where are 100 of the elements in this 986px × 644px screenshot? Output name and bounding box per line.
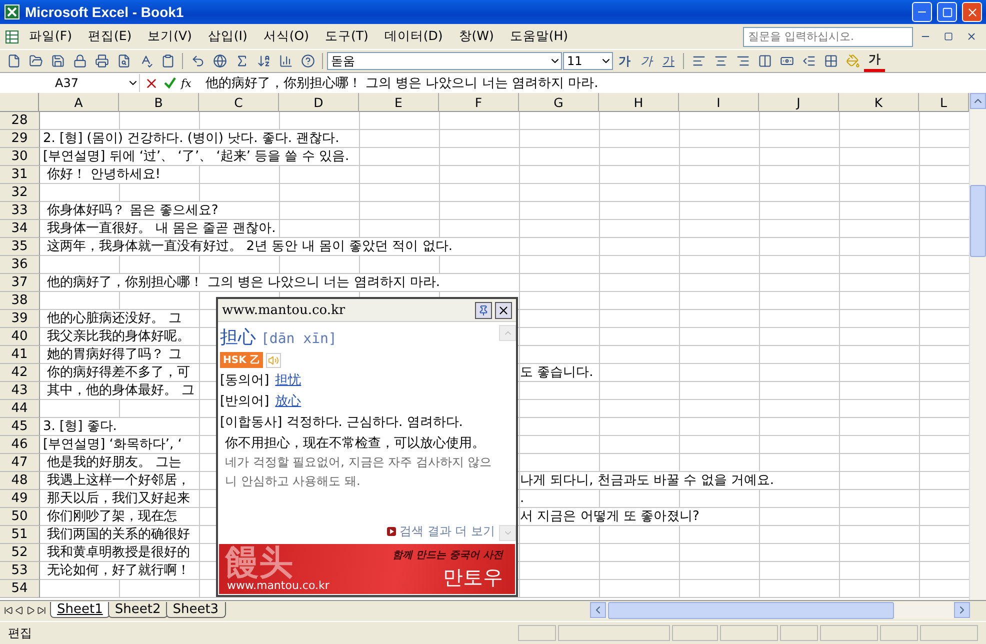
row-header[interactable]: 31	[0, 166, 40, 184]
row-header[interactable]: 51	[0, 526, 40, 544]
bold-button[interactable]: 가	[614, 50, 635, 72]
minimize-button[interactable]	[912, 2, 932, 22]
column-header[interactable]: A	[39, 93, 119, 112]
column-header[interactable]: H	[599, 93, 679, 112]
underline-button[interactable]: 가	[658, 50, 679, 72]
antonym-link[interactable]: 放心	[275, 392, 302, 410]
row-header[interactable]: 34	[0, 220, 40, 238]
pin-icon	[478, 304, 489, 316]
maximize-button[interactable]	[937, 2, 957, 22]
spreadsheet-icon[interactable]	[4, 28, 20, 44]
synonym-link[interactable]: 担忧	[275, 371, 302, 389]
column-header[interactable]: K	[839, 93, 919, 112]
row-header[interactable]: 35	[0, 238, 40, 256]
column-header[interactable]: F	[439, 93, 519, 112]
row-header[interactable]: 40	[0, 328, 40, 346]
menu-item[interactable]: 도구(T)	[318, 26, 376, 47]
window-title: Microsoft Excel - Book1	[25, 4, 185, 20]
row-header[interactable]: 54	[0, 580, 40, 598]
row-header[interactable]: 41	[0, 346, 40, 364]
cell-text: 서 지금은 어떻게 또 좋아졌니?	[520, 508, 700, 525]
row-header[interactable]: 42	[0, 364, 40, 382]
menu-item[interactable]: 서식(O)	[256, 26, 316, 47]
row-header[interactable]: 43	[0, 382, 40, 400]
close-button[interactable]	[495, 302, 512, 318]
column-header[interactable]: E	[359, 93, 439, 112]
ad-banner[interactable]: 饅头 www.mantou.co.kr 함께 만드는 중국어 사전 만토우	[219, 544, 515, 594]
row-header[interactable]: 44	[0, 400, 40, 418]
last-sheet-icon[interactable]	[37, 606, 46, 614]
row-header[interactable]: 39	[0, 310, 40, 328]
column-header[interactable]: B	[119, 93, 199, 112]
row-header[interactable]: 45	[0, 418, 40, 436]
row-header[interactable]: 28	[0, 112, 40, 130]
status-panel	[820, 625, 878, 641]
sheet-tab[interactable]: Sheet2	[108, 602, 168, 618]
antonym-label: [반의어]	[220, 393, 270, 410]
menu-item[interactable]: 파일(F)	[22, 26, 79, 47]
row-header[interactable]: 47	[0, 454, 40, 472]
column-header[interactable]: L	[919, 93, 969, 112]
row-header[interactable]: 49	[0, 490, 40, 508]
row-header[interactable]: 32	[0, 184, 40, 202]
scroll-thumb[interactable]	[608, 602, 894, 618]
row-header[interactable]: 30	[0, 148, 40, 166]
column-header[interactable]: J	[759, 93, 839, 112]
column-header[interactable]: D	[279, 93, 359, 112]
column-header[interactable]: G	[519, 93, 599, 112]
scroll-left-icon[interactable]	[590, 602, 606, 618]
column-header[interactable]: I	[679, 93, 759, 112]
pin-button[interactable]	[475, 302, 492, 318]
status-panel	[920, 625, 978, 641]
more-results-link[interactable]: 검색 결과 더 보기	[400, 523, 495, 540]
scroll-up-icon[interactable]	[970, 93, 986, 109]
checkmark-icon[interactable]	[163, 76, 177, 90]
menu-item[interactable]: 창(W)	[452, 26, 501, 47]
horizontal-scrollbar[interactable]	[590, 602, 970, 618]
row-header[interactable]: 48	[0, 472, 40, 490]
row-header[interactable]: 29	[0, 130, 40, 148]
row-header[interactable]: 46	[0, 436, 40, 454]
menu-item[interactable]: 삽입(I)	[200, 26, 254, 47]
close-icon	[497, 304, 510, 316]
vertical-scrollbar[interactable]	[969, 93, 986, 600]
maximize-icon	[942, 6, 952, 18]
menu-item[interactable]: 도움말(H)	[502, 26, 576, 47]
status-panel	[780, 625, 818, 641]
menu-item[interactable]: 보기(V)	[140, 26, 199, 47]
banner-brand: 만토우	[443, 564, 503, 590]
row-header[interactable]: 53	[0, 562, 40, 580]
function-label[interactable]: fx	[181, 76, 192, 90]
italic-button[interactable]: 가	[636, 50, 657, 72]
formula-text[interactable]: 他的病好了，你别担心哪！ 그의 병은 나았으니 너는 염려하지 마라.	[205, 74, 598, 92]
row-header[interactable]: 38	[0, 292, 40, 310]
level-badge: HSK 乙	[220, 352, 263, 368]
next-sheet-icon[interactable]	[26, 606, 35, 614]
row-header[interactable]: 50	[0, 508, 40, 526]
headword: 担心	[220, 326, 256, 349]
row-header[interactable]: 36	[0, 256, 40, 274]
close-icon	[966, 6, 978, 18]
first-sheet-icon[interactable]	[4, 606, 13, 614]
synonym-label: [동의어]	[220, 372, 270, 389]
scroll-right-icon[interactable]	[954, 602, 970, 618]
row-header[interactable]: 37	[0, 274, 40, 292]
name-box[interactable]: A37	[0, 74, 140, 92]
popup-url: www.mantou.co.kr	[222, 302, 346, 318]
menu-item[interactable]: 데이터(D)	[377, 26, 450, 47]
definition-text: [이합동사] 걱정하다. 근심하다. 염려하다.	[220, 414, 464, 431]
row-header[interactable]: 33	[0, 202, 40, 220]
sheet-tab[interactable]: Sheet1	[50, 602, 110, 618]
speaker-icon	[268, 354, 279, 366]
sheet-tab[interactable]: Sheet3	[166, 602, 226, 618]
previous-sheet-icon[interactable]	[15, 606, 24, 614]
status-panel	[880, 625, 918, 641]
font-size-dropdown[interactable]: 11	[563, 52, 613, 70]
banner-tagline: 함께 만드는 중국어 사전	[392, 548, 503, 562]
scroll-thumb[interactable]	[970, 185, 986, 257]
help-search-field[interactable]: 질문을 입력하십시오.	[743, 26, 913, 46]
column-header[interactable]: C	[199, 93, 279, 112]
menu-item[interactable]: 편집(E)	[80, 26, 139, 47]
font-dropdown[interactable]: 돋움	[327, 52, 562, 70]
row-header[interactable]: 52	[0, 544, 40, 562]
